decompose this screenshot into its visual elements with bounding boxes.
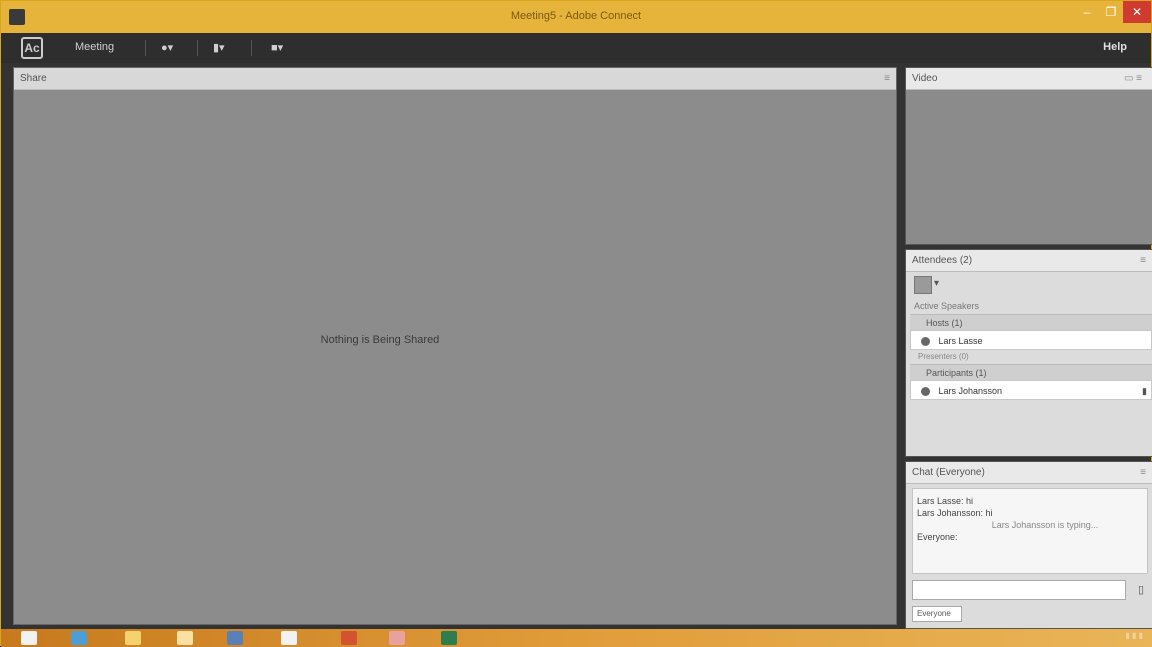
chat-pod-title: Chat (Everyone)	[912, 467, 985, 478]
chat-messages: Lars Lasse: hi Lars Johansson: hi Lars J…	[912, 488, 1148, 574]
store-icon[interactable]	[281, 631, 297, 645]
attendee-pod-title: Attendees (2)	[912, 255, 973, 266]
toolbar-divider	[251, 40, 252, 56]
minimize-icon[interactable]: –	[1075, 1, 1099, 23]
help-menu[interactable]: Help	[1103, 41, 1127, 53]
media-icon[interactable]	[341, 631, 357, 645]
video-pod: Video ▭ ≡	[905, 67, 1152, 245]
chat-input[interactable]	[912, 580, 1126, 600]
participant-name: Lars Johansson	[938, 386, 1003, 396]
window-controls: – ❐ ✕	[1075, 1, 1151, 25]
connect-logo-icon: Ac	[21, 37, 43, 59]
chat-pod-header: Chat (Everyone) ≡	[906, 462, 1152, 484]
taskbar: ▮ ▮ ▮	[1, 629, 1152, 647]
presenters-group[interactable]: Presenters (0)	[906, 350, 1152, 364]
more-icon[interactable]: ▮	[1142, 381, 1147, 401]
send-icon[interactable]: ▯	[1132, 580, 1150, 600]
app-window: Meeting5 - Adobe Connect – ❐ ✕ Ac Meetin…	[0, 0, 1152, 647]
share-pod: Share ≡ Nothing is Being Shared	[13, 67, 897, 625]
toolbar-divider	[145, 40, 146, 56]
typing-indicator: Lars Johansson is typing...	[991, 520, 1099, 530]
chat-message: Lars Lasse: hi	[917, 496, 974, 506]
main-toolbar: Ac Meeting ●▾ ▮▾ ■▾ Help	[1, 33, 1151, 63]
pod-menu-icon[interactable]: ≡	[1140, 462, 1146, 484]
close-icon[interactable]: ✕	[1123, 1, 1151, 23]
pod-menu-icon[interactable]: ≡	[1140, 250, 1146, 272]
explorer-icon[interactable]	[177, 631, 193, 645]
share-pod-header: Share ≡	[14, 68, 896, 90]
maximize-icon[interactable]: ❐	[1099, 1, 1123, 23]
window-title: Meeting5 - Adobe Connect	[510, 10, 642, 22]
ie-icon[interactable]	[71, 631, 87, 645]
hosts-group[interactable]: Hosts (1)	[910, 314, 1152, 330]
microphone-icon[interactable]: ▮▾	[213, 41, 225, 54]
connect-icon[interactable]	[441, 631, 457, 645]
attendee-pod-header: Attendees (2) ≡	[906, 250, 1152, 272]
participants-group[interactable]: Participants (1)	[910, 364, 1152, 380]
pod-menu-icon[interactable]: ≡	[884, 68, 890, 90]
pod-menu-icon[interactable]: ▭ ≡	[1124, 68, 1142, 90]
list-item[interactable]: Lars Johansson ▮	[910, 380, 1152, 400]
title-bar: Meeting5 - Adobe Connect – ❐ ✕	[1, 1, 1151, 33]
active-speakers-label: Active Speakers	[914, 301, 980, 311]
system-tray[interactable]: ▮ ▮ ▮	[1125, 631, 1143, 640]
people-icon[interactable]	[227, 631, 243, 645]
attendee-view-icon[interactable]	[914, 276, 932, 294]
share-pod-title: Share	[20, 73, 47, 84]
chat-pod: Chat (Everyone) ≡ Lars Lasse: hi Lars Jo…	[905, 461, 1152, 629]
video-pod-header: Video ▭ ≡	[906, 68, 1152, 90]
meeting-menu[interactable]: Meeting	[75, 41, 114, 53]
user-icon	[921, 387, 930, 397]
host-name: Lars Lasse	[938, 336, 983, 346]
user-icon	[921, 337, 930, 347]
list-item[interactable]: Lars Lasse	[910, 330, 1152, 350]
chat-message: Lars Johansson: hi	[917, 508, 993, 518]
webcam-icon[interactable]: ■▾	[271, 41, 283, 54]
attendee-toolbar: ▾	[906, 272, 1152, 298]
attendee-status-icon[interactable]: ●▾	[161, 41, 173, 54]
app-icon[interactable]	[389, 631, 405, 645]
toolbar-divider	[197, 40, 198, 56]
attendee-pod: Attendees (2) ≡ ▾ Active Speakers Hosts …	[905, 249, 1152, 457]
chat-message: Everyone:	[917, 532, 958, 542]
chevron-down-icon[interactable]: ▾	[934, 278, 939, 289]
folder-icon[interactable]	[125, 631, 141, 645]
chat-tab-everyone[interactable]: Everyone	[912, 606, 962, 622]
empty-share-message: Nothing is Being Shared	[320, 334, 440, 346]
video-pod-title: Video	[912, 73, 938, 84]
windows-icon[interactable]	[21, 631, 37, 645]
